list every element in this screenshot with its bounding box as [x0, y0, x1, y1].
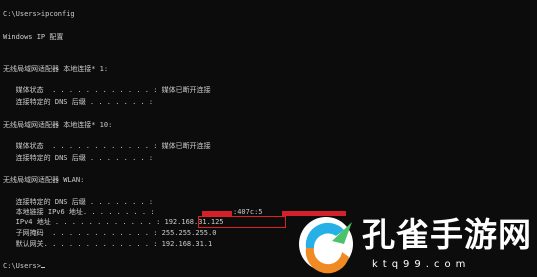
output-line: 媒体状态 . . . . . . . . . . . . : 媒体已断开连接 — [3, 86, 211, 94]
output-line: 默认网关. . . . . . . . . . . . . : 192.168.… — [3, 240, 213, 248]
terminal-window[interactable]: C:\Users>ipconfig Windows IP 配置 无线局域网适配器… — [0, 0, 537, 277]
prompt-text: C:\Users> — [3, 262, 41, 270]
adapter-header: 无线局域网适配器 本地连接* 1: — [3, 65, 109, 73]
prompt-line[interactable]: C:\Users> — [3, 262, 45, 272]
command-line: C:\Users>ipconfig — [3, 10, 75, 18]
section-title: Windows IP 配置 — [3, 33, 64, 41]
output-line: 子网掩码 . . . . . . . . . . . . : 255.255.2… — [3, 229, 217, 237]
output-line: 媒体状态 . . . . . . . . . . . . : 媒体已断开连接 — [3, 142, 211, 150]
ipv4-line: IPv4 地址 . . . . . . . . . . . . : 192.16… — [3, 218, 224, 226]
watermark-url: ktq99.com — [372, 259, 471, 270]
output-line: 本地链接 IPv6 地址. . . . . . . . : — [3, 208, 155, 216]
adapter-header: 无线局域网适配器 本地连接* 10: — [3, 121, 113, 129]
output-line: 连接特定的 DNS 后缀 . . . . . . . : — [3, 198, 154, 206]
ipv4-highlight-box — [198, 216, 286, 228]
text-cursor — [40, 267, 45, 268]
watermark-logo-icon — [299, 217, 353, 274]
output-line: 连接特定的 DNS 后缀 . . . . . . . : — [3, 154, 154, 162]
output-line: 连接特定的 DNS 后缀 . . . . . . . : — [3, 98, 154, 106]
watermark: 孔雀手游网 ktq99.com — [292, 210, 537, 277]
adapter-header: 无线局域网适配器 WLAN: — [3, 176, 85, 184]
watermark-title: 孔雀手游网 — [362, 215, 532, 254]
